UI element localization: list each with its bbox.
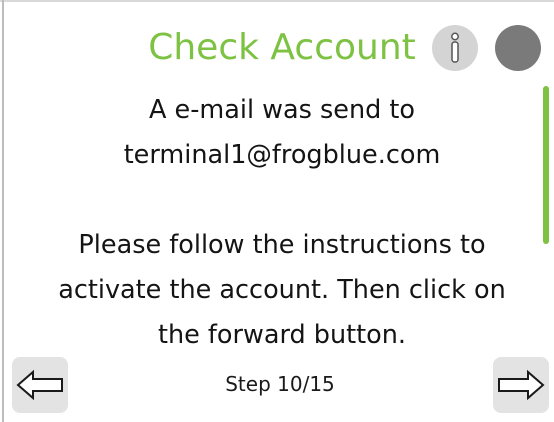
frame-top-line [0,0,554,2]
arrow-left-icon [16,369,63,401]
back-button[interactable] [12,357,68,413]
message-line-1: A e-mail was send to [148,95,416,125]
message-line-2: terminal1@frogblue.com [123,140,441,170]
message-line-5: the forward button. [157,320,407,350]
info-button[interactable] [432,25,478,71]
message-text: A e-mail was send to terminal1@frogblue.… [28,88,536,358]
scroll-indicator[interactable] [543,86,549,244]
step-indicator: Step 10/15 [225,372,335,396]
arrow-right-icon [498,369,545,401]
status-indicator [495,25,541,71]
forward-button[interactable] [493,357,549,413]
message-line-3: Please follow the instructions to [78,230,486,260]
info-icon [451,32,459,63]
message-line-4: activate the account. Then click on [58,275,506,305]
check-account-screen: Check Account A e-mail was send to termi… [0,0,554,422]
